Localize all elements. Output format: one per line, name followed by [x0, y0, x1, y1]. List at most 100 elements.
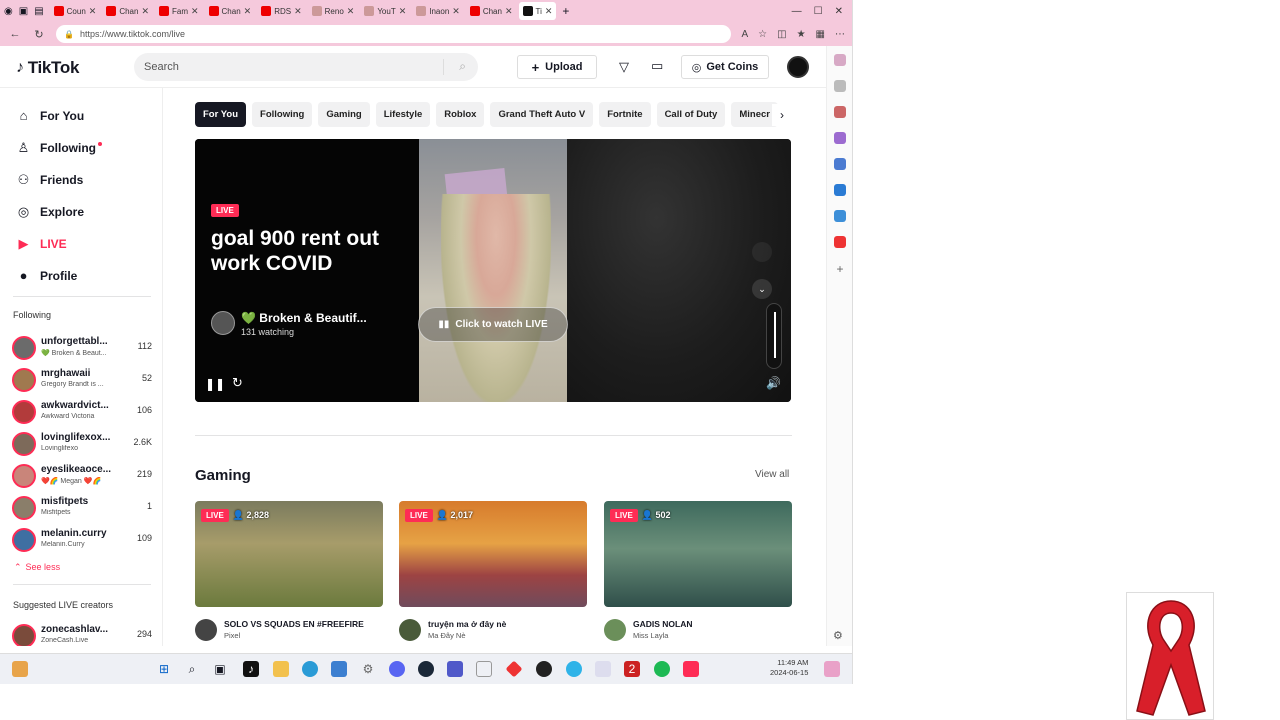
- chevron-right-icon[interactable]: ›: [772, 104, 792, 126]
- close-icon[interactable]: ✕: [141, 6, 149, 17]
- avatar[interactable]: [399, 619, 421, 641]
- see-less-button[interactable]: ⌃ See less: [14, 562, 60, 573]
- live-player[interactable]: LIVE goal 900 rent out work COVID 💚 Brok…: [195, 139, 791, 402]
- send-icon[interactable]: [834, 210, 846, 222]
- copilot-icon[interactable]: [834, 54, 846, 66]
- steam-icon[interactable]: [418, 661, 434, 677]
- following-account[interactable]: awkwardvict... Awkward Victoria 106: [12, 398, 154, 426]
- chevron-down-icon[interactable]: ⌄: [752, 279, 772, 299]
- tools-icon[interactable]: [834, 132, 846, 144]
- shopping-icon[interactable]: [834, 106, 846, 118]
- favorite-icon[interactable]: ☆: [758, 29, 767, 40]
- notepad-icon[interactable]: [476, 661, 492, 677]
- tab-actions-icon[interactable]: ▤: [34, 6, 43, 17]
- inbox-icon[interactable]: ▭: [651, 58, 663, 74]
- filter-icon[interactable]: ▽: [619, 59, 629, 75]
- tiktok-icon[interactable]: ♪: [243, 661, 259, 677]
- task-view-icon[interactable]: ▣: [212, 661, 228, 677]
- search-icon[interactable]: ⌕: [459, 59, 466, 74]
- previous-live-button[interactable]: [752, 242, 772, 262]
- refresh-icon[interactable]: ↻: [232, 375, 243, 391]
- suggested-account[interactable]: zonecashlav... ZoneCash.Live 294: [12, 622, 154, 646]
- chip-roblox[interactable]: Roblox: [436, 102, 485, 127]
- chip-call-of-duty[interactable]: Call of Duty: [656, 102, 726, 127]
- chip-for-you[interactable]: For You: [195, 102, 247, 127]
- teams-icon[interactable]: [447, 661, 463, 677]
- following-account[interactable]: unforgettabl... 💚 Broken & Beaut... 112: [12, 334, 154, 362]
- favorites-bar-icon[interactable]: ★: [797, 29, 806, 40]
- url-field[interactable]: 🔒 https://www.tiktok.com/live: [56, 25, 732, 43]
- close-icon[interactable]: ✕: [505, 6, 513, 17]
- following-account[interactable]: melanin.curry Melanin.Curry 109: [12, 526, 154, 554]
- store-icon[interactable]: [331, 661, 347, 677]
- live-card[interactable]: LIVE 👤 2,017 truyện ma ở đây nè Ma Đây Nè: [399, 501, 587, 643]
- volume-icon[interactable]: 🔊: [766, 376, 781, 390]
- pause-icon[interactable]: ❚❚: [205, 377, 225, 391]
- search-icon[interactable]: ⌕: [184, 661, 200, 677]
- close-icon[interactable]: ✕: [399, 6, 407, 17]
- back-icon[interactable]: ←: [8, 28, 22, 40]
- watch-live-button[interactable]: ▮▮ Click to watch LIVE: [418, 307, 568, 342]
- tiktok-live-icon[interactable]: [683, 661, 699, 677]
- avatar[interactable]: [604, 619, 626, 641]
- close-icon[interactable]: ✕: [452, 6, 460, 17]
- start-icon[interactable]: ⊞: [156, 661, 172, 677]
- new-tab-icon[interactable]: +: [562, 4, 569, 18]
- collections-icon[interactable]: ▦: [816, 29, 825, 40]
- following-account[interactable]: eyeslikeaoce... ❤️🌈 Megan ❤️🌈 219: [12, 462, 154, 490]
- spotify-icon[interactable]: [654, 661, 670, 677]
- minimize-icon[interactable]: —: [792, 6, 802, 17]
- upload-button[interactable]: + Upload: [517, 55, 597, 79]
- chip-following[interactable]: Following: [252, 102, 313, 127]
- more-icon[interactable]: ⋯: [835, 29, 845, 40]
- close-icon[interactable]: ✕: [294, 6, 302, 17]
- chip-minecraft[interactable]: Minecr: [731, 102, 778, 127]
- sidebar-item-for-you[interactable]: ⌂ For You: [15, 108, 85, 123]
- app-icon[interactable]: [505, 660, 523, 678]
- app-icon[interactable]: [595, 661, 611, 677]
- close-window-icon[interactable]: ✕: [835, 6, 843, 17]
- add-icon[interactable]: +: [836, 262, 843, 276]
- live-card[interactable]: LIVE 👤 502 GADIS NOLAN Miss Layla: [604, 501, 792, 643]
- read-aloud-icon[interactable]: A: [741, 29, 748, 40]
- gear-icon[interactable]: ⚙: [833, 629, 843, 642]
- settings-icon[interactable]: ⚙: [360, 661, 376, 677]
- browser-tab-active[interactable]: Ti ✕: [518, 2, 557, 20]
- chip-lifestyle[interactable]: Lifestyle: [375, 102, 431, 127]
- browser-tab[interactable]: Coun ✕: [50, 2, 101, 20]
- chip-gta-v[interactable]: Grand Theft Auto V: [490, 102, 594, 127]
- workspaces-icon[interactable]: ▣: [19, 6, 28, 17]
- browser-tab[interactable]: Inaon ✕: [412, 2, 464, 20]
- sidebar-item-profile[interactable]: ● Profile: [15, 268, 78, 283]
- file-explorer-icon[interactable]: [273, 661, 289, 677]
- discord-icon[interactable]: [389, 661, 405, 677]
- view-all-link[interactable]: View all: [755, 469, 789, 480]
- clock[interactable]: 11:49 AM 2024-06-15: [770, 658, 808, 678]
- tiktok-logo[interactable]: ♪ TikTok: [16, 58, 79, 78]
- chip-fortnite[interactable]: Fortnite: [599, 102, 651, 127]
- edge-icon[interactable]: [302, 661, 318, 677]
- sidebar-item-friends[interactable]: ⚇ Friends: [15, 172, 84, 188]
- browser-tab[interactable]: Chan ✕: [466, 2, 517, 20]
- outlook-icon[interactable]: [834, 184, 846, 196]
- search-input[interactable]: Search ⌕: [134, 53, 478, 81]
- close-icon[interactable]: ✕: [244, 6, 252, 17]
- split-screen-icon[interactable]: ◫: [777, 29, 786, 40]
- avatar[interactable]: [195, 619, 217, 641]
- refresh-icon[interactable]: ↻: [32, 28, 46, 41]
- card-thumbnail[interactable]: LIVE 👤 2,017: [399, 501, 587, 607]
- following-account[interactable]: mrghawaii Gregory Brandt is ... 52: [12, 366, 154, 394]
- live-video[interactable]: [419, 139, 567, 402]
- games-icon[interactable]: [834, 158, 846, 170]
- obs-icon[interactable]: [536, 661, 552, 677]
- search-icon[interactable]: [834, 80, 846, 92]
- browser-tab[interactable]: Chan ✕: [102, 2, 153, 20]
- host-info[interactable]: 💚 Broken & Beautif... 131 watching: [211, 311, 367, 337]
- volume-slider[interactable]: [766, 303, 782, 369]
- widgets-icon[interactable]: [12, 661, 28, 677]
- browser-tab[interactable]: Chan ✕: [205, 2, 256, 20]
- app-icon[interactable]: 2: [624, 661, 640, 677]
- close-icon[interactable]: ✕: [545, 6, 553, 17]
- sidebar-item-explore[interactable]: ◎ Explore: [15, 204, 84, 220]
- card-thumbnail[interactable]: LIVE 👤 502: [604, 501, 792, 607]
